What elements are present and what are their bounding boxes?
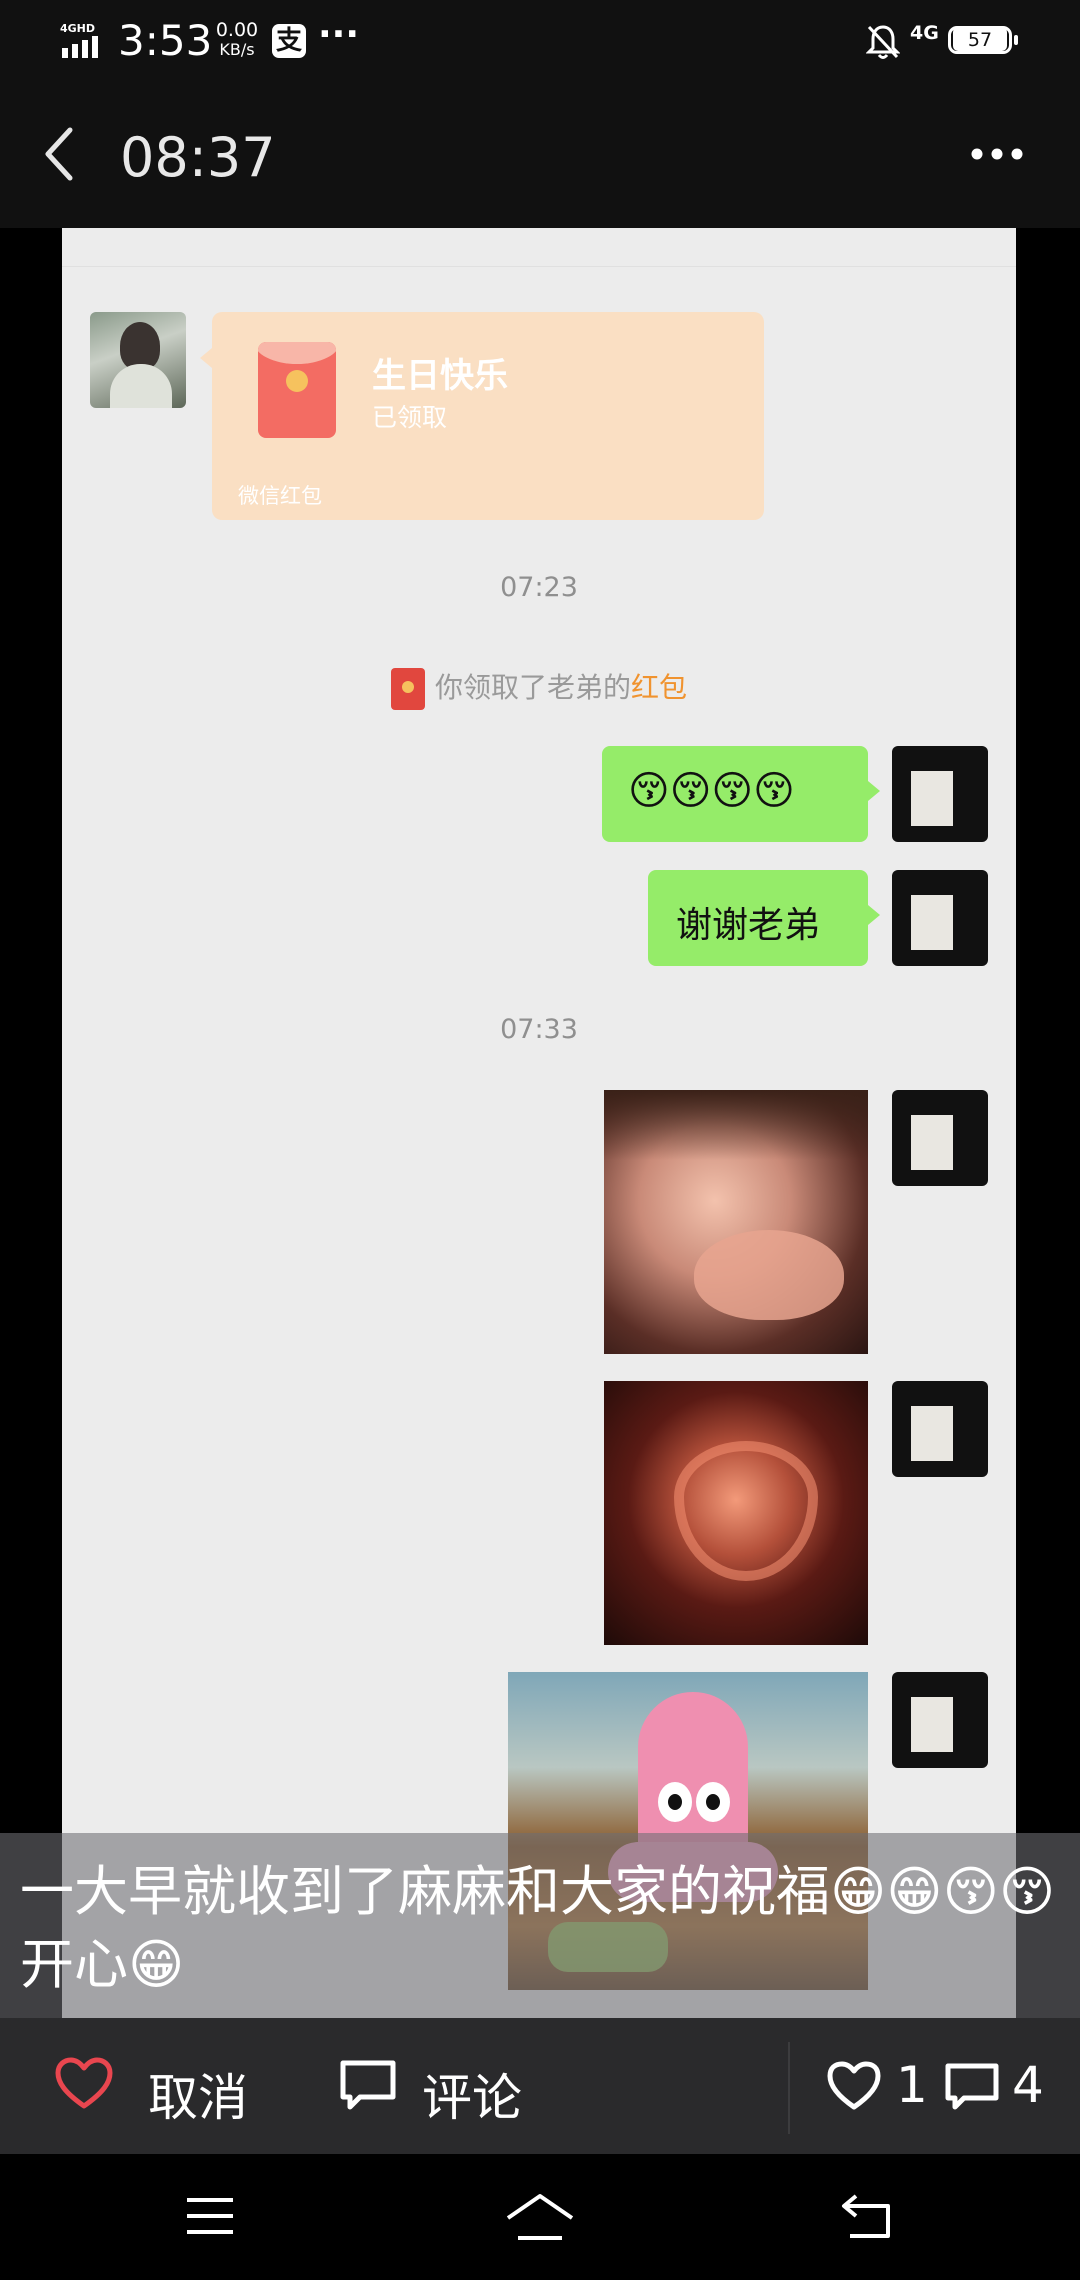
message-text: 😚😚😚😚 [628,768,795,814]
post-caption-overlay: 一大早就收到了麻麻和大家的祝福😁😁😚😚开心😁 [0,1833,1080,2018]
comment-count-icon [944,2062,1000,2112]
battery-tip [1014,35,1018,45]
red-packet-status: 已领取 [372,403,448,432]
avatar-paper [911,1697,953,1752]
friend-avatar [90,312,186,408]
back-arrow-icon[interactable] [40,126,80,182]
page-title: 08:37 [120,126,276,189]
avatar-paper [911,1115,953,1170]
envelope-flap [258,342,336,364]
bubble-tail [200,348,212,368]
avatar-paper [911,1406,953,1461]
top-app-bar: 08:37 [0,80,1080,228]
cancel-label: 取消 [148,2069,248,2127]
my-avatar [892,1381,988,1477]
my-avatar [892,1672,988,1768]
avatar-paper [911,771,953,826]
battery-level: 57 [953,27,1007,51]
red-packet-small-icon [390,668,425,710]
photo-message[interactable] [604,1381,868,1645]
more-options-icon[interactable] [970,146,1024,162]
comment-label: 评论 [422,2069,522,2127]
photo-message[interactable] [604,1090,868,1354]
system-nav-bar [0,2154,1080,2280]
action-divider [788,2042,790,2134]
more-notifications-icon: ··· [318,14,360,55]
timestamp: 07:33 [500,1014,578,1045]
timestamp: 07:23 [500,572,578,603]
network-type: 4GHD [60,22,95,35]
post-caption: 一大早就收到了麻麻和大家的祝福😁😁😚😚开心😁 [20,1860,1056,1996]
action-bar: 取消 评论 1 4 [0,2018,1080,2154]
photo-heart-shape [674,1441,818,1581]
comment-button[interactable]: 评论 [338,2054,558,2127]
small-coin [401,681,414,693]
my-avatar [892,1090,988,1186]
envelope-coin [286,370,308,392]
alipay-icon: 支 [272,24,306,58]
system-message-text: 你领取了老弟的 [434,671,631,704]
photo-heart-hands [694,1230,844,1320]
patrick-pupil-right [706,1794,720,1810]
patrick-pupil-left [668,1794,682,1810]
status-time: 3:53 [118,16,213,65]
comment-bubble-icon [338,2058,398,2112]
red-packet-message[interactable]: 生日快乐 已领取 微信红包 [200,312,764,520]
avatar-figure-body [110,364,172,408]
red-packet-footer: 微信红包 [238,484,322,508]
battery-icon: 57 [948,26,1012,54]
mobile-data-indicator: 4G [910,22,939,44]
mute-bell-icon [865,24,901,60]
message-text: 谢谢老弟 [676,905,821,946]
unlike-button[interactable]: 取消 [54,2054,274,2127]
avatar-figure [120,322,160,370]
my-avatar [892,870,988,966]
like-count: 1 [896,2056,928,2114]
red-packet-title: 生日快乐 [372,356,508,396]
speed-unit: KB/s [219,40,255,59]
system-message: 你领取了老弟的红包 [62,666,1016,710]
home-icon[interactable] [504,2192,576,2242]
speed-value: 0.00 [215,19,259,41]
my-avatar [892,746,988,842]
top-divider [62,266,1016,267]
comment-count: 4 [1012,2056,1044,2114]
message-bubble[interactable]: 谢谢老弟 [648,870,880,966]
status-bar: 4GHD 3:53 0.00 KB/s 支 ··· 4G 57 [0,0,1080,80]
network-speed: 0.00 KB/s [212,20,262,60]
red-envelope-icon [258,342,336,438]
message-bubble[interactable]: 😚😚😚😚 [602,746,880,842]
chat-screenshot[interactable]: 生日快乐 已领取 微信红包 07:23 你领取了老弟的红包 😚😚😚😚 谢谢老弟 … [62,228,1016,2018]
heart-icon [54,2056,114,2112]
menu-icon[interactable] [184,2196,236,2236]
red-packet-link[interactable]: 红包 [631,671,687,704]
signal-icon: 4GHD [60,22,106,60]
avatar-paper [911,895,953,950]
photo-hair [604,1090,868,1160]
back-nav-icon[interactable] [840,2192,896,2240]
like-count-heart-icon [826,2060,882,2112]
